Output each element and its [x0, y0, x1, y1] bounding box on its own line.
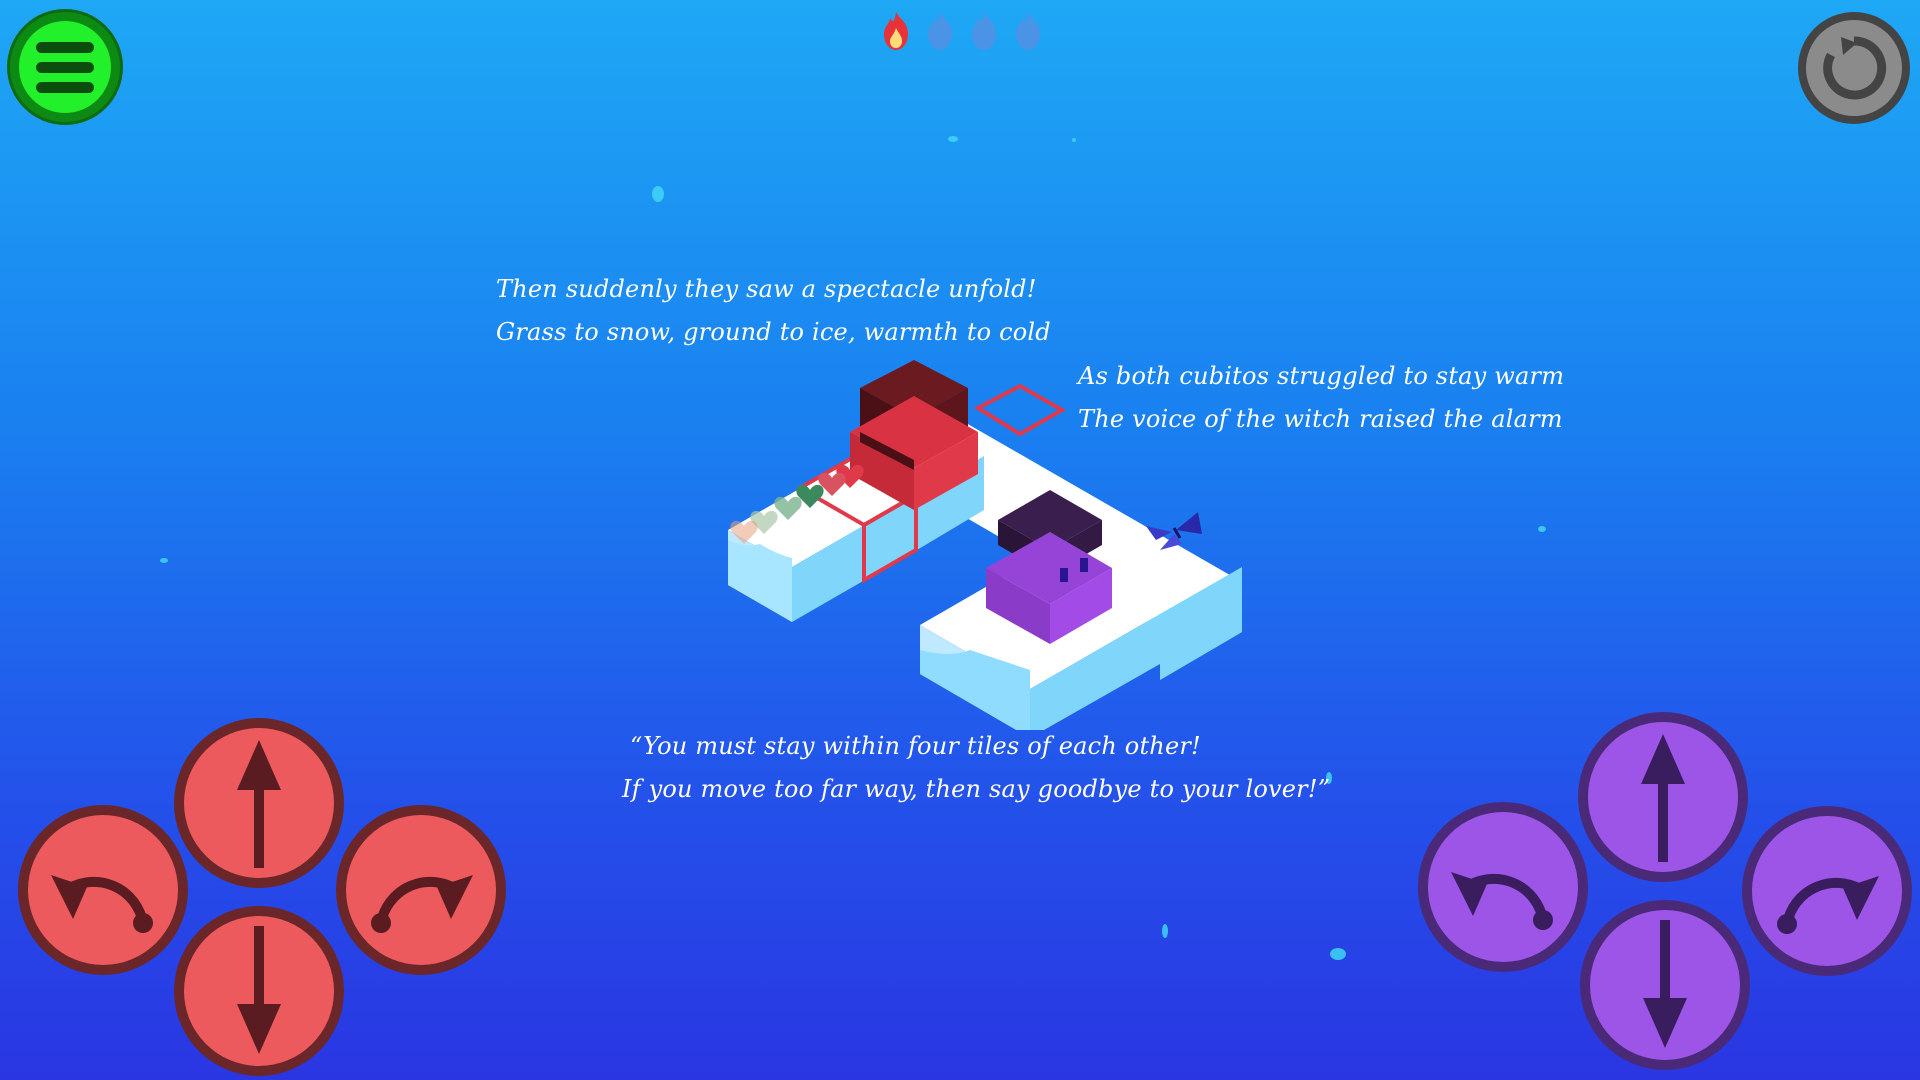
red-rotate-right-button[interactable]: [336, 805, 506, 975]
red-down-button[interactable]: [174, 906, 344, 1076]
purple-rotate-left-button[interactable]: [1418, 802, 1588, 972]
hamburger-menu-icon: [19, 21, 111, 113]
flame-counter: [878, 10, 1046, 52]
snow-particle: [1162, 924, 1168, 938]
restart-icon: [1823, 36, 1887, 100]
red-up-button[interactable]: [174, 718, 344, 888]
snow-particle: [1072, 138, 1076, 142]
snow-particle: [1538, 526, 1546, 532]
flame-icon-lit: [884, 12, 908, 50]
story-verse-3: “You must stay within four tiles of each…: [622, 725, 1330, 811]
snow-particle: [1330, 948, 1346, 960]
story-line: Grass to snow, ground to ice, warmth to …: [496, 318, 1051, 346]
arrow-down-icon: [1643, 920, 1687, 1048]
arrow-up-icon: [237, 740, 281, 868]
story-line: “You must stay within four tiles of each…: [630, 732, 1201, 760]
story-line: Then suddenly they saw a spectacle unfol…: [496, 275, 1037, 303]
game-board: [728, 360, 1242, 730]
flame-icon-unlit: [1016, 12, 1040, 50]
purple-down-button[interactable]: [1580, 900, 1750, 1070]
rotate-left-icon: [1451, 872, 1553, 930]
snow-particle: [160, 558, 168, 563]
restart-button[interactable]: [1798, 12, 1910, 124]
menu-button[interactable]: [10, 12, 120, 122]
snow-particle: [652, 186, 664, 202]
rotate-right-icon: [1777, 876, 1879, 934]
rotate-right-icon: [371, 875, 473, 933]
snow-particle: [948, 136, 958, 142]
flame-icon-unlit: [972, 12, 996, 50]
arrow-down-icon: [237, 926, 281, 1054]
story-verse-1: Then suddenly they saw a spectacle unfol…: [496, 268, 1051, 354]
story-line: If you move too far way, then say goodby…: [622, 775, 1331, 803]
purple-rotate-right-button[interactable]: [1742, 806, 1912, 976]
purple-up-button[interactable]: [1578, 712, 1748, 882]
rotate-left-icon: [51, 875, 153, 933]
red-rotate-left-button[interactable]: [18, 805, 188, 975]
flame-icon-unlit: [928, 12, 952, 50]
arrow-up-icon: [1641, 734, 1685, 862]
